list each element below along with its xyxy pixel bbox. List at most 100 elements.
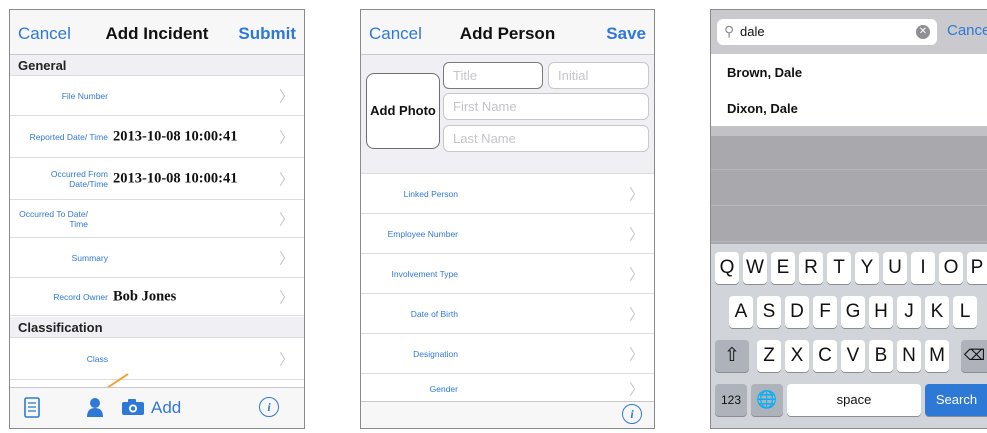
numbers-key[interactable]: 123 bbox=[715, 384, 747, 416]
chevron-right-icon: 〉 bbox=[278, 129, 294, 146]
key-s[interactable]: S bbox=[757, 296, 781, 328]
info-icon[interactable]: i bbox=[259, 397, 279, 417]
key-u[interactable]: U bbox=[883, 252, 907, 284]
search-input[interactable]: ⚲ dale ✕ bbox=[717, 19, 937, 45]
result-row[interactable]: Brown, Dale bbox=[711, 54, 987, 91]
chevron-right-icon: 〉 bbox=[278, 250, 294, 267]
person-icon[interactable] bbox=[86, 396, 104, 418]
linked-person-row[interactable]: Linked Person 〉 bbox=[361, 174, 654, 214]
field-label: File Number bbox=[61, 90, 108, 101]
class-row[interactable]: Class 〉 bbox=[10, 338, 304, 380]
field-label: Occurred To Date/ Time bbox=[19, 208, 88, 229]
photo-and-name-area: Add Photo Title Initial First Name Last … bbox=[361, 55, 654, 174]
add-incident-screen: Cancel Add Incident Submit General File … bbox=[9, 9, 305, 429]
title-field[interactable]: Title bbox=[443, 62, 543, 89]
key-n[interactable]: N bbox=[897, 340, 921, 372]
document-icon[interactable] bbox=[24, 397, 40, 418]
key-i[interactable]: I bbox=[911, 252, 935, 284]
person-navbar: Cancel Add Person Save bbox=[361, 10, 654, 55]
search-query: dale bbox=[740, 24, 765, 39]
occurred-to-row[interactable]: Occurred To Date/ Time 〉 bbox=[10, 200, 304, 238]
initial-field[interactable]: Initial bbox=[548, 62, 649, 89]
involvement-type-row[interactable]: Involvement Type 〉 bbox=[361, 254, 654, 294]
incident-toolbar: Add i bbox=[10, 387, 304, 428]
key-p[interactable]: P bbox=[967, 252, 987, 284]
field-value: 2013-10-08 10:00:41 bbox=[113, 170, 238, 186]
search-key[interactable]: Search bbox=[925, 384, 987, 416]
add-photo-button[interactable]: Add Photo bbox=[366, 73, 440, 149]
key-r[interactable]: R bbox=[799, 252, 823, 284]
key-h[interactable]: H bbox=[869, 296, 893, 328]
chevron-right-icon: 〉 bbox=[278, 88, 294, 105]
key-a[interactable]: A bbox=[729, 296, 753, 328]
field-label: Designation bbox=[413, 348, 458, 359]
divider bbox=[711, 241, 987, 242]
cancel-button[interactable]: Cancel bbox=[18, 24, 71, 44]
key-t[interactable]: T bbox=[827, 252, 851, 284]
field-value: 2013-10-08 10:00:41 bbox=[113, 128, 238, 144]
shift-key-icon[interactable]: ⇧ bbox=[715, 340, 749, 372]
cancel-button[interactable]: Cancel bbox=[369, 24, 422, 44]
globe-key-icon[interactable]: 🌐 bbox=[751, 384, 783, 416]
file-number-row[interactable]: File Number 〉 bbox=[10, 76, 304, 116]
chevron-right-icon: 〉 bbox=[628, 226, 644, 243]
key-k[interactable]: K bbox=[925, 296, 949, 328]
date-of-birth-row[interactable]: Date of Birth 〉 bbox=[361, 294, 654, 334]
chevron-right-icon: 〉 bbox=[628, 306, 644, 323]
add-button[interactable]: Add bbox=[151, 398, 181, 418]
occurred-from-row[interactable]: Occurred From Date/Time 2013-10-08 10:00… bbox=[10, 158, 304, 200]
gender-row[interactable]: Gender 〉 bbox=[361, 374, 654, 404]
reported-date-row[interactable]: Reported Date/ Time 2013-10-08 10:00:41 … bbox=[10, 116, 304, 158]
key-x[interactable]: X bbox=[785, 340, 809, 372]
add-person-screen: Cancel Add Person Save Add Photo Title I… bbox=[360, 9, 655, 429]
info-icon[interactable]: i bbox=[622, 404, 642, 424]
incident-title: Add Incident bbox=[105, 24, 209, 43]
key-b[interactable]: B bbox=[869, 340, 893, 372]
key-f[interactable]: F bbox=[813, 296, 837, 328]
record-owner-row[interactable]: Record Owner Bob Jones 〉 bbox=[10, 278, 304, 316]
chevron-right-icon: 〉 bbox=[278, 211, 294, 228]
designation-row[interactable]: Designation 〉 bbox=[361, 334, 654, 374]
submit-button[interactable]: Submit bbox=[238, 24, 296, 44]
key-w[interactable]: W bbox=[743, 252, 767, 284]
key-l[interactable]: L bbox=[953, 296, 977, 328]
incident-navbar: Cancel Add Incident Submit bbox=[10, 10, 304, 55]
key-v[interactable]: V bbox=[841, 340, 865, 372]
employee-number-row[interactable]: Employee Number 〉 bbox=[361, 214, 654, 254]
key-d[interactable]: D bbox=[785, 296, 809, 328]
chevron-right-icon: 〉 bbox=[628, 381, 644, 399]
key-z[interactable]: Z bbox=[757, 340, 781, 372]
backspace-key-icon[interactable]: ⌫ bbox=[961, 340, 987, 372]
chevron-right-icon: 〉 bbox=[278, 289, 294, 306]
search-cancel-button[interactable]: Cancel bbox=[947, 22, 987, 39]
field-label: Employee Number bbox=[387, 228, 458, 239]
chevron-right-icon: 〉 bbox=[628, 346, 644, 363]
divider bbox=[711, 205, 987, 206]
last-name-field[interactable]: Last Name bbox=[443, 125, 649, 152]
key-m[interactable]: M bbox=[925, 340, 949, 372]
search-bar: ⚲ dale ✕ Cancel bbox=[711, 10, 987, 54]
result-name: Brown, Dale bbox=[727, 65, 803, 80]
clear-icon[interactable]: ✕ bbox=[916, 25, 930, 39]
dimmed-list-area bbox=[711, 136, 987, 244]
key-j[interactable]: J bbox=[897, 296, 921, 328]
divider bbox=[711, 169, 987, 170]
space-key[interactable]: space bbox=[787, 384, 921, 416]
person-toolbar: i bbox=[361, 401, 654, 428]
field-label: Involvement Type bbox=[391, 268, 458, 279]
key-y[interactable]: Y bbox=[855, 252, 879, 284]
field-label: Reported Date/ Time bbox=[29, 131, 108, 142]
field-value: Bob Jones bbox=[113, 288, 177, 304]
key-c[interactable]: C bbox=[813, 340, 837, 372]
key-q[interactable]: Q bbox=[715, 252, 739, 284]
camera-icon[interactable] bbox=[121, 398, 145, 416]
chevron-right-icon: 〉 bbox=[628, 186, 644, 203]
chevron-right-icon: 〉 bbox=[278, 171, 294, 188]
summary-row[interactable]: Summary 〉 bbox=[10, 238, 304, 278]
result-row[interactable]: Dixon, Dale bbox=[711, 90, 987, 127]
key-e[interactable]: E bbox=[771, 252, 795, 284]
save-button[interactable]: Save bbox=[606, 24, 646, 44]
first-name-field[interactable]: First Name bbox=[443, 93, 649, 120]
key-g[interactable]: G bbox=[841, 296, 865, 328]
key-o[interactable]: O bbox=[939, 252, 963, 284]
